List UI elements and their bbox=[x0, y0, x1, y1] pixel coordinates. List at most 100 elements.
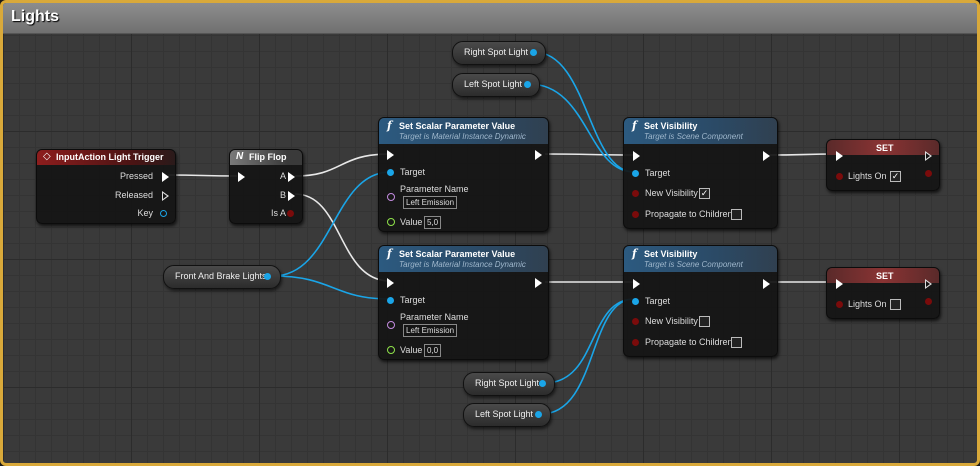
set-visibility-2-propagate-checkbox[interactable] bbox=[731, 337, 742, 348]
set-scalar-1-exec-out[interactable] bbox=[535, 150, 542, 160]
flipflop-isa-label: Is A bbox=[270, 208, 286, 218]
left-spot-light-getter-top[interactable]: Left Spot Light bbox=[452, 73, 540, 97]
set-1-var-label: Lights On bbox=[848, 171, 887, 181]
set-scalar-1-param-field[interactable]: Left Emission bbox=[403, 196, 458, 209]
set-visibility-1-exec-in[interactable] bbox=[633, 151, 640, 161]
flip-flop-node[interactable]: N Flip Flop A B Is A bbox=[229, 149, 303, 224]
set-visibility-2-subtitle: Target is Scene Component bbox=[644, 260, 743, 269]
set-scalar-1-value-pin[interactable] bbox=[387, 218, 395, 226]
input-action-node[interactable]: ◇ InputAction Light Trigger Pressed Rele… bbox=[36, 149, 176, 224]
set-visibility-1-target-pin[interactable] bbox=[632, 170, 639, 177]
function-f-icon: f bbox=[632, 119, 637, 132]
flipflop-a-label: A bbox=[279, 171, 286, 181]
left-spot-light-label: Left Spot Light bbox=[475, 409, 534, 419]
key-struct-pin[interactable] bbox=[160, 210, 167, 217]
set-scalar-node-1[interactable]: f Set Scalar Parameter Value Target is M… bbox=[378, 117, 549, 232]
set-2-exec-out[interactable] bbox=[925, 279, 932, 289]
set-2-checkbox[interactable] bbox=[890, 299, 901, 310]
function-f-icon: f bbox=[632, 247, 637, 260]
released-exec-pin[interactable] bbox=[162, 191, 169, 201]
set-scalar-2-value-field[interactable]: 0,0 bbox=[424, 344, 442, 357]
set-visibility-node-1[interactable]: f Set Visibility Target is Scene Compone… bbox=[623, 117, 778, 229]
set-visibility-2-title: Set Visibility bbox=[644, 249, 698, 259]
set-visibility-1-propagate-label: Propagate to Children bbox=[645, 209, 733, 219]
set-scalar-1-value-field[interactable]: 5,0 bbox=[424, 216, 442, 229]
set-visibility-2-target-pin[interactable] bbox=[632, 298, 639, 305]
right-spot-light-label: Right Spot Light bbox=[464, 47, 529, 57]
set-visibility-1-exec-out[interactable] bbox=[763, 151, 770, 161]
set-scalar-1-param-pin[interactable] bbox=[387, 193, 395, 201]
set-1-exec-in[interactable] bbox=[836, 151, 843, 161]
flipflop-a-pin[interactable] bbox=[288, 172, 295, 182]
set-visibility-2-propagate-pin[interactable] bbox=[632, 339, 639, 346]
set-visibility-2-propagate-label: Propagate to Children bbox=[645, 337, 733, 347]
set-scalar-2-param-field[interactable]: Left Emission bbox=[403, 324, 458, 337]
set-visibility-node-2[interactable]: f Set Visibility Target is Scene Compone… bbox=[623, 245, 778, 357]
set-2-title: SET bbox=[876, 271, 894, 281]
set-visibility-1-title: Set Visibility bbox=[644, 121, 698, 131]
set-1-var-pin[interactable] bbox=[836, 173, 843, 180]
set-scalar-2-title: Set Scalar Parameter Value bbox=[399, 249, 516, 259]
set-1-checkbox[interactable]: ✓ bbox=[890, 171, 901, 182]
set-visibility-2-target-label: Target bbox=[645, 296, 671, 306]
set-variable-node-1[interactable]: SET Lights On ✓ bbox=[826, 139, 940, 191]
exec-wire-scalar1-vis1 bbox=[544, 153, 636, 156]
set-scalar-node-2[interactable]: f Set Scalar Parameter Value Target is M… bbox=[378, 245, 549, 360]
set-scalar-1-exec-in[interactable] bbox=[387, 150, 394, 160]
front-and-brake-lights-getter[interactable]: Front And Brake Lights bbox=[163, 265, 281, 289]
set-visibility-2-exec-in[interactable] bbox=[633, 279, 640, 289]
set-scalar-2-target-pin[interactable] bbox=[387, 297, 394, 304]
released-label: Released bbox=[114, 190, 153, 200]
set-scalar-2-param-label: Parameter Name bbox=[400, 312, 469, 322]
flipflop-b-label: B bbox=[279, 190, 286, 200]
set-scalar-2-exec-out[interactable] bbox=[535, 278, 542, 288]
object-wire-rightspot-vis2 bbox=[544, 298, 635, 384]
set-scalar-2-exec-in[interactable] bbox=[387, 278, 394, 288]
set-2-var-pin[interactable] bbox=[836, 301, 843, 308]
set-scalar-1-title: Set Scalar Parameter Value bbox=[399, 121, 516, 131]
set-scalar-2-param-pin[interactable] bbox=[387, 321, 395, 329]
set-1-exec-out[interactable] bbox=[925, 151, 932, 161]
event-diamond-icon: ◇ bbox=[43, 151, 51, 162]
set-variable-node-2[interactable]: SET Lights On bbox=[826, 267, 940, 319]
set-visibility-1-newvis-checkbox[interactable]: ✓ bbox=[699, 188, 710, 199]
set-visibility-1-newvis-label: New Visibility bbox=[645, 188, 698, 198]
set-1-title: SET bbox=[876, 143, 894, 153]
set-visibility-1-propagate-pin[interactable] bbox=[632, 211, 639, 218]
flipflop-isa-pin[interactable] bbox=[287, 210, 294, 217]
object-wire-leftspot-vis2 bbox=[540, 298, 635, 415]
flip-flop-title: Flip Flop bbox=[249, 152, 287, 162]
right-spot-light-pin[interactable] bbox=[530, 49, 537, 56]
pressed-exec-pin[interactable] bbox=[162, 172, 169, 182]
set-visibility-2-newvis-pin[interactable] bbox=[632, 318, 639, 325]
left-spot-light-pin[interactable] bbox=[535, 411, 542, 418]
key-label: Key bbox=[137, 208, 153, 218]
left-spot-light-pin[interactable] bbox=[524, 81, 531, 88]
right-spot-light-label: Right Spot Light bbox=[475, 378, 540, 388]
set-2-exec-in[interactable] bbox=[836, 279, 843, 289]
right-spot-light-getter-bottom[interactable]: Right Spot Light bbox=[463, 372, 555, 396]
blueprint-comment-frame[interactable]: Lights ◇ InputAction Light Trigger Press… bbox=[0, 0, 980, 466]
left-spot-light-getter-bottom[interactable]: Left Spot Light bbox=[463, 403, 551, 427]
set-2-out-pin[interactable] bbox=[925, 298, 932, 305]
set-scalar-2-subtitle: Target is Material Instance Dynamic bbox=[399, 260, 526, 269]
flipflop-exec-in-pin[interactable] bbox=[238, 172, 245, 182]
set-visibility-2-exec-out[interactable] bbox=[763, 279, 770, 289]
set-1-out-pin[interactable] bbox=[925, 170, 932, 177]
flipflop-icon: N bbox=[236, 151, 244, 162]
set-visibility-2-newvis-checkbox[interactable] bbox=[699, 316, 710, 327]
set-scalar-2-value-label: Value bbox=[400, 345, 423, 355]
set-scalar-1-target-label: Target bbox=[400, 167, 426, 177]
set-scalar-2-value-pin[interactable] bbox=[387, 346, 395, 354]
exec-wire-a-scalar1 bbox=[294, 153, 391, 177]
flipflop-b-pin[interactable] bbox=[288, 191, 295, 201]
front-and-brake-lights-pin[interactable] bbox=[264, 273, 271, 280]
set-scalar-1-target-pin[interactable] bbox=[387, 169, 394, 176]
set-visibility-1-newvis-pin[interactable] bbox=[632, 190, 639, 197]
front-and-brake-lights-label: Front And Brake Lights bbox=[175, 271, 267, 281]
right-spot-light-getter-top[interactable]: Right Spot Light bbox=[452, 41, 546, 65]
set-visibility-2-newvis-label: New Visibility bbox=[645, 316, 698, 326]
right-spot-light-pin[interactable] bbox=[539, 380, 546, 387]
function-f-icon: f bbox=[387, 247, 392, 260]
set-visibility-1-propagate-checkbox[interactable] bbox=[731, 209, 742, 220]
